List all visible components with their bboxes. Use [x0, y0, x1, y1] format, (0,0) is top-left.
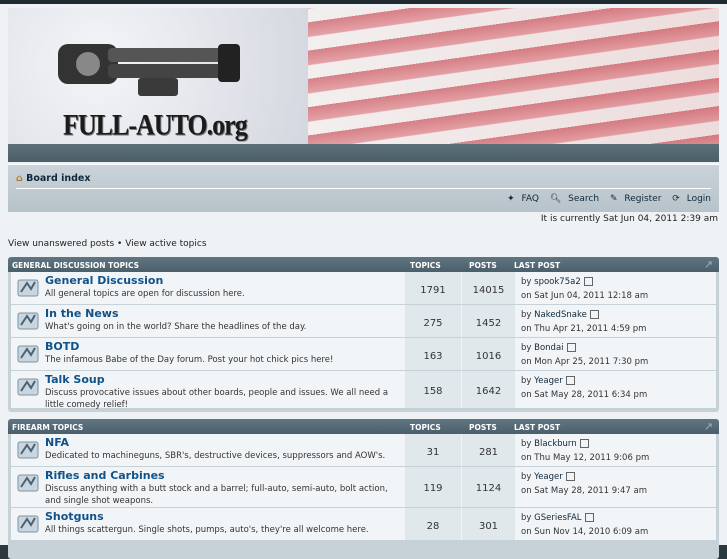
current-time: It is currently Sat Jun 04, 2011 2:39 am [540, 214, 718, 224]
forum-row[interactable]: Shotguns All things scattergun. Single s… [11, 508, 716, 541]
register-icon: ✎ [609, 194, 618, 204]
last-post: by spook75a2 on Sat Jun 04, 2011 12:18 am [521, 277, 649, 301]
login-link[interactable]: ⟳ Login [668, 194, 711, 204]
posts-count: 1124 [462, 467, 515, 507]
site-logo-text: FULL-AUTO.org [63, 108, 248, 142]
last-post: by Yeager on Sat May 28, 2011 6:34 pm [521, 376, 648, 400]
collapse-arrow-icon[interactable]: ↗ [704, 258, 713, 271]
forum-read-icon [17, 378, 39, 396]
navbar-links: ✦ FAQ 🔍︎ Search ✎ Register ⟳ Login [499, 194, 711, 204]
forum-title[interactable]: Rifles and Carbines [45, 469, 165, 482]
forum-row[interactable]: Talk Soup Discuss provocative issues abo… [11, 371, 716, 410]
forum-read-icon [17, 515, 39, 533]
forum-read-icon [17, 279, 39, 297]
forum-title[interactable]: Shotguns [45, 510, 104, 523]
faq-link[interactable]: ✦ FAQ [503, 194, 539, 204]
topics-count: 119 [405, 467, 461, 507]
topics-count: 163 [405, 338, 461, 370]
top-strip [0, 0, 727, 4]
topics-count: 1791 [405, 272, 461, 304]
last-post: by Bondai on Mon Apr 25, 2011 7:30 pm [521, 343, 649, 367]
login-icon: ⟳ [672, 194, 680, 204]
forum-section-general: GENERAL DISCUSSION TOPICS TOPICS POSTS L… [8, 257, 719, 412]
breadcrumb[interactable]: ⌂ Board index [16, 173, 91, 184]
forum-desc: All things scattergun. Single shots, pum… [45, 525, 369, 535]
view-links[interactable]: View unanswered posts • View active topi… [8, 239, 207, 249]
view-latest-post-icon[interactable] [589, 310, 599, 319]
forum-desc: What's going on in the world? Share the … [45, 322, 307, 332]
board-index-link[interactable]: Board index [26, 173, 90, 184]
last-post: by GSeriesFAL on Sun Nov 14, 2010 6:09 am [521, 513, 649, 537]
section-title: GENERAL DISCUSSION TOPICS [12, 261, 140, 270]
posts-count: 1016 [462, 338, 515, 370]
col-last-post: LAST POST [514, 261, 561, 270]
last-post-author[interactable]: NakedSnake [534, 310, 587, 320]
view-latest-post-icon[interactable] [565, 376, 575, 385]
section-header: FIREARM TOPICS TOPICS POSTS LAST POST ↗ [8, 419, 719, 434]
col-last-post: LAST POST [514, 423, 561, 432]
view-latest-post-icon[interactable] [584, 513, 594, 522]
last-post-author[interactable]: spook75a2 [534, 277, 581, 287]
minigun-logo-icon [58, 44, 240, 96]
posts-count: 1642 [462, 371, 515, 408]
forum-desc: Dedicated to machineguns, SBR's, destruc… [45, 451, 386, 461]
col-topics: TOPICS [410, 261, 441, 270]
last-post-author[interactable]: Yeager [534, 376, 563, 386]
last-post-author[interactable]: GSeriesFAL [534, 513, 581, 523]
faq-icon: ✦ [507, 194, 515, 204]
forum-desc: Discuss provocative issues about other b… [45, 388, 389, 410]
register-link[interactable]: ✎ Register [606, 194, 661, 204]
banner-footer [8, 144, 719, 162]
search-link[interactable]: 🔍︎ Search [546, 194, 599, 204]
forum-section-firearms: FIREARM TOPICS TOPICS POSTS LAST POST ↗ … [8, 419, 719, 559]
topics-count: 158 [405, 371, 461, 408]
forum-title[interactable]: Talk Soup [45, 373, 105, 386]
forum-read-icon [17, 312, 39, 330]
view-latest-post-icon[interactable] [565, 472, 575, 481]
last-post-author[interactable]: Bondai [534, 343, 563, 353]
forum-row[interactable]: Rifles and Carbines Discuss anything wit… [11, 467, 716, 508]
section-header: GENERAL DISCUSSION TOPICS TOPICS POSTS L… [8, 257, 719, 272]
collapse-arrow-icon[interactable]: ↗ [704, 420, 713, 433]
page-frame: FULL-AUTO.org ⌂ Board index ✦ FAQ 🔍︎ Sea… [0, 0, 727, 559]
last-post: by NakedSnake on Thu Apr 21, 2011 4:59 pm [521, 310, 647, 334]
topics-count: 31 [405, 434, 461, 466]
col-topics: TOPICS [410, 423, 441, 432]
section-title: FIREARM TOPICS [12, 423, 84, 432]
navbar-divider [16, 188, 711, 189]
last-post: by Yeager on Sat May 28, 2011 9:47 am [521, 472, 648, 496]
posts-count: 1452 [462, 305, 515, 337]
posts-count: 281 [462, 434, 515, 466]
topics-count: 275 [405, 305, 461, 337]
site-banner[interactable]: FULL-AUTO.org [8, 8, 719, 144]
forum-title[interactable]: BOTD [45, 340, 79, 353]
view-latest-post-icon[interactable] [579, 439, 589, 448]
forum-title[interactable]: General Discussion [45, 274, 163, 287]
search-icon: 🔍︎ [549, 194, 562, 204]
forum-title[interactable]: NFA [45, 436, 69, 449]
col-posts: POSTS [469, 261, 497, 270]
forum-row[interactable]: In the News What's going on in the world… [11, 305, 716, 338]
navbar: ⌂ Board index ✦ FAQ 🔍︎ Search ✎ Register… [8, 164, 719, 212]
view-latest-post-icon[interactable] [583, 277, 593, 286]
forum-title[interactable]: In the News [45, 307, 119, 320]
view-latest-post-icon[interactable] [566, 343, 576, 352]
last-post-author[interactable]: Yeager [534, 472, 563, 482]
last-post-author[interactable]: Blackburn [534, 439, 577, 449]
forum-desc: All general topics are open for discussi… [45, 289, 245, 299]
forum-row[interactable]: BOTD The infamous Babe of the Day forum.… [11, 338, 716, 371]
posts-count: 14015 [462, 272, 515, 304]
forum-desc: Discuss anything with a butt stock and a… [45, 484, 388, 506]
home-icon: ⌂ [16, 173, 23, 184]
topics-count: 28 [405, 508, 461, 540]
forum-read-icon [17, 441, 39, 459]
posts-count: 301 [462, 508, 515, 540]
col-posts: POSTS [469, 423, 497, 432]
forum-row[interactable]: General Discussion All general topics ar… [11, 272, 716, 305]
last-post: by Blackburn on Thu May 12, 2011 9:06 pm [521, 439, 650, 463]
forum-desc: The infamous Babe of the Day forum. Post… [45, 355, 334, 365]
forum-row[interactable]: NFA Dedicated to machineguns, SBR's, des… [11, 434, 716, 467]
forum-read-icon [17, 345, 39, 363]
forum-read-icon [17, 474, 39, 492]
